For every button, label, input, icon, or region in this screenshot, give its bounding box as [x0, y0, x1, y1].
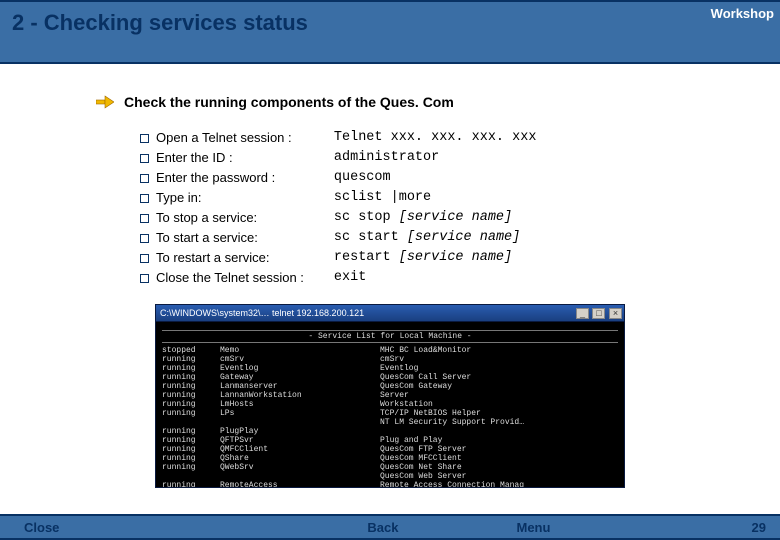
command-column: Telnet xxx. xxx. xxx. xxxadministratorqu… — [334, 128, 537, 288]
list-item: Close the Telnet session : — [140, 268, 304, 288]
list-item-label: Type in: — [156, 188, 202, 208]
command-line: sc stop [service name] — [334, 208, 537, 228]
list-item-label: To stop a service: — [156, 208, 257, 228]
terminal-col-desc: MHC BC Load&MonitorcmSrvEventlogQuesCom … — [380, 346, 618, 488]
terminal-col-name: MemocmSrvEventlogGatewayLanmanserverLann… — [220, 346, 380, 488]
command-line: administrator — [334, 148, 537, 168]
section-heading: Check the running components of the Ques… — [124, 94, 454, 110]
back-button[interactable]: Back — [343, 520, 422, 535]
list-item-label: Enter the ID : — [156, 148, 233, 168]
window-titlebar: C:\WINDOWS\system32\… telnet 192.168.200… — [155, 304, 625, 322]
arrow-right-icon — [96, 95, 114, 109]
command-line: Telnet xxx. xxx. xxx. xxx — [334, 128, 537, 148]
checkbox-icon — [140, 274, 149, 283]
window-controls: _ □ × — [575, 308, 622, 319]
list-item: Enter the password : — [140, 168, 304, 188]
menu-button[interactable]: Menu — [492, 520, 574, 535]
terminal-columns: stoppedrunningrunningrunningrunningrunni… — [162, 346, 618, 488]
minimize-icon[interactable]: _ — [576, 308, 589, 319]
checkbox-icon — [140, 174, 149, 183]
window-title: C:\WINDOWS\system32\… telnet 192.168.200… — [160, 308, 364, 318]
page-number: 29 — [752, 520, 780, 535]
list-item: Enter the ID : — [140, 148, 304, 168]
section-row: Check the running components of the Ques… — [96, 94, 780, 110]
content-two-columns: Open a Telnet session : Enter the ID : E… — [140, 128, 780, 288]
checkbox-icon — [140, 234, 149, 243]
close-button[interactable]: Close — [0, 520, 83, 535]
workshop-badge: Workshop — [705, 2, 780, 25]
page-title: 2 - Checking services status — [0, 2, 780, 44]
checkbox-icon — [140, 254, 149, 263]
list-item: Open a Telnet session : — [140, 128, 304, 148]
terminal-list-header: - Service List for Local Machine - — [162, 330, 618, 343]
terminal-body: - Service List for Local Machine - stopp… — [155, 322, 625, 488]
maximize-icon[interactable]: □ — [592, 308, 605, 319]
checkbox-icon — [140, 154, 149, 163]
list-item-label: To restart a service: — [156, 248, 269, 268]
command-line: exit — [334, 268, 537, 288]
command-line: sc start [service name] — [334, 228, 537, 248]
list-item: To stop a service: — [140, 208, 304, 228]
list-item: Type in: — [140, 188, 304, 208]
list-item-label: Enter the password : — [156, 168, 275, 188]
list-item-label: Close the Telnet session : — [156, 268, 304, 288]
command-line: sclist |more — [334, 188, 537, 208]
terminal-window: C:\WINDOWS\system32\… telnet 192.168.200… — [155, 304, 625, 488]
list-item: To restart a service: — [140, 248, 304, 268]
checkbox-icon — [140, 134, 149, 143]
checkbox-icon — [140, 194, 149, 203]
list-item-label: Open a Telnet session : — [156, 128, 292, 148]
list-item-label: To start a service: — [156, 228, 258, 248]
terminal-col-status: stoppedrunningrunningrunningrunningrunni… — [162, 346, 220, 488]
command-line: restart [service name] — [334, 248, 537, 268]
slide-header: 2 - Checking services status Workshop — [0, 0, 780, 64]
instruction-list: Open a Telnet session : Enter the ID : E… — [140, 128, 304, 288]
close-icon[interactable]: × — [609, 308, 622, 319]
checkbox-icon — [140, 214, 149, 223]
command-line: quescom — [334, 168, 537, 188]
list-item: To start a service: — [140, 228, 304, 248]
slide-footer: Close Back Menu 29 — [0, 514, 780, 540]
